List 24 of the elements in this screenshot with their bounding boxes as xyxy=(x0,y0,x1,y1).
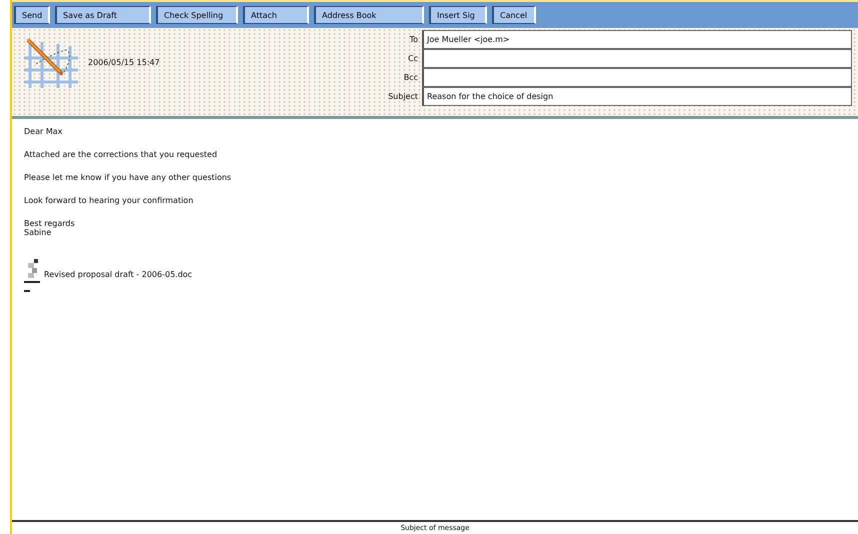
toolbar-button[interactable]: Cancel xyxy=(492,6,536,24)
body-text: Look forward to hearing your confirmation xyxy=(24,196,194,205)
field-label: To xyxy=(408,35,418,44)
attachment-icon[interactable] xyxy=(24,259,40,293)
toolbar-button[interactable]: Insert Sig xyxy=(429,6,487,24)
field-label: Cc xyxy=(407,54,418,63)
toolbar-button[interactable]: Address Book xyxy=(314,6,424,24)
body-text: Attached are the corrections that you requested xyxy=(24,150,218,159)
signature-text: Sabine xyxy=(24,228,52,237)
toolbar-button[interactable]: Send xyxy=(14,6,50,24)
body-text: Please let me know if you have any other questions xyxy=(24,173,232,182)
field-label: Bcc xyxy=(402,73,418,82)
input-field[interactable] xyxy=(422,68,852,87)
toolbar-button[interactable]: Attach xyxy=(243,6,309,24)
date-text: 2006/05/15 15:47 xyxy=(88,58,160,66)
field-label: Subject xyxy=(387,92,418,101)
toolbar-button[interactable]: Check Spelling xyxy=(156,6,238,24)
attachment-link[interactable]: Revised proposal draft - 2006-05.doc xyxy=(44,270,192,279)
body-text: Dear Max xyxy=(24,127,64,136)
input-field[interactable]: Joe Mueller <joe.m> xyxy=(422,30,852,49)
input-field[interactable] xyxy=(422,49,852,68)
signature-text: Best regards xyxy=(24,219,76,228)
toolbar-button[interactable]: Save as Draft xyxy=(55,6,151,24)
input-field[interactable]: Reason for the choice of design xyxy=(422,87,852,106)
